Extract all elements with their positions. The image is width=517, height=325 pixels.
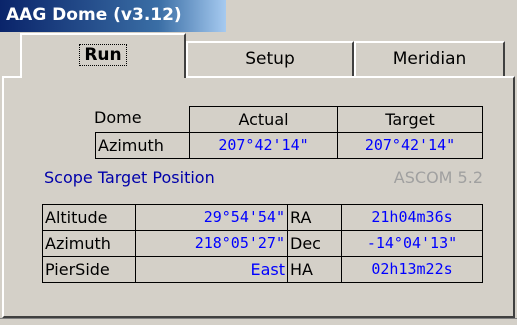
tab-setup[interactable]: Setup — [186, 41, 354, 76]
tab-setup-label: Setup — [245, 49, 295, 69]
dome-header-label: Dome — [94, 108, 142, 127]
window-title: AAG Dome (v3.12) — [6, 5, 182, 25]
tab-meridian-label: Meridian — [392, 49, 467, 69]
dome-azimuth-target: 207°42'14" — [337, 132, 483, 159]
scope-dec-value: -14°04'13" — [341, 230, 483, 257]
dome-col-target: Target — [337, 106, 483, 133]
scope-azimuth-value: 218°05'27" — [135, 230, 288, 257]
scope-section-title: Scope Target Position — [44, 168, 215, 187]
scope-altitude-value: 29°54'54" — [135, 204, 288, 231]
scope-ra-label: RA — [287, 204, 342, 231]
scope-dec-label: Dec — [287, 230, 342, 257]
scope-pierside-label: PierSide — [42, 256, 136, 283]
tab-run-label: Run — [79, 44, 127, 66]
scope-azimuth-label: Azimuth — [42, 230, 136, 257]
ascom-driver-label: ASCOM 5.2 — [393, 168, 483, 187]
title-bar-empty — [226, 0, 517, 32]
dome-col-actual: Actual — [189, 106, 338, 133]
scope-pierside-value: East — [135, 256, 288, 283]
title-bar[interactable]: AAG Dome (v3.12) — [0, 0, 228, 32]
dome-azimuth-label: Azimuth — [95, 132, 190, 159]
tab-meridian[interactable]: Meridian — [354, 41, 505, 76]
dome-azimuth-actual: 207°42'14" — [189, 132, 338, 159]
scope-ra-value: 21h04m36s — [341, 204, 483, 231]
scope-ha-value: 02h13m22s — [341, 256, 483, 283]
app-window: AAG Dome (v3.12) Run Setup Meridian Dome… — [0, 0, 517, 325]
scope-altitude-label: Altitude — [42, 204, 136, 231]
tab-run[interactable]: Run — [20, 33, 186, 78]
run-tab-panel: Dome Actual Target Azimuth 207°42'14" 20… — [2, 76, 515, 318]
scope-ha-label: HA — [287, 256, 342, 283]
